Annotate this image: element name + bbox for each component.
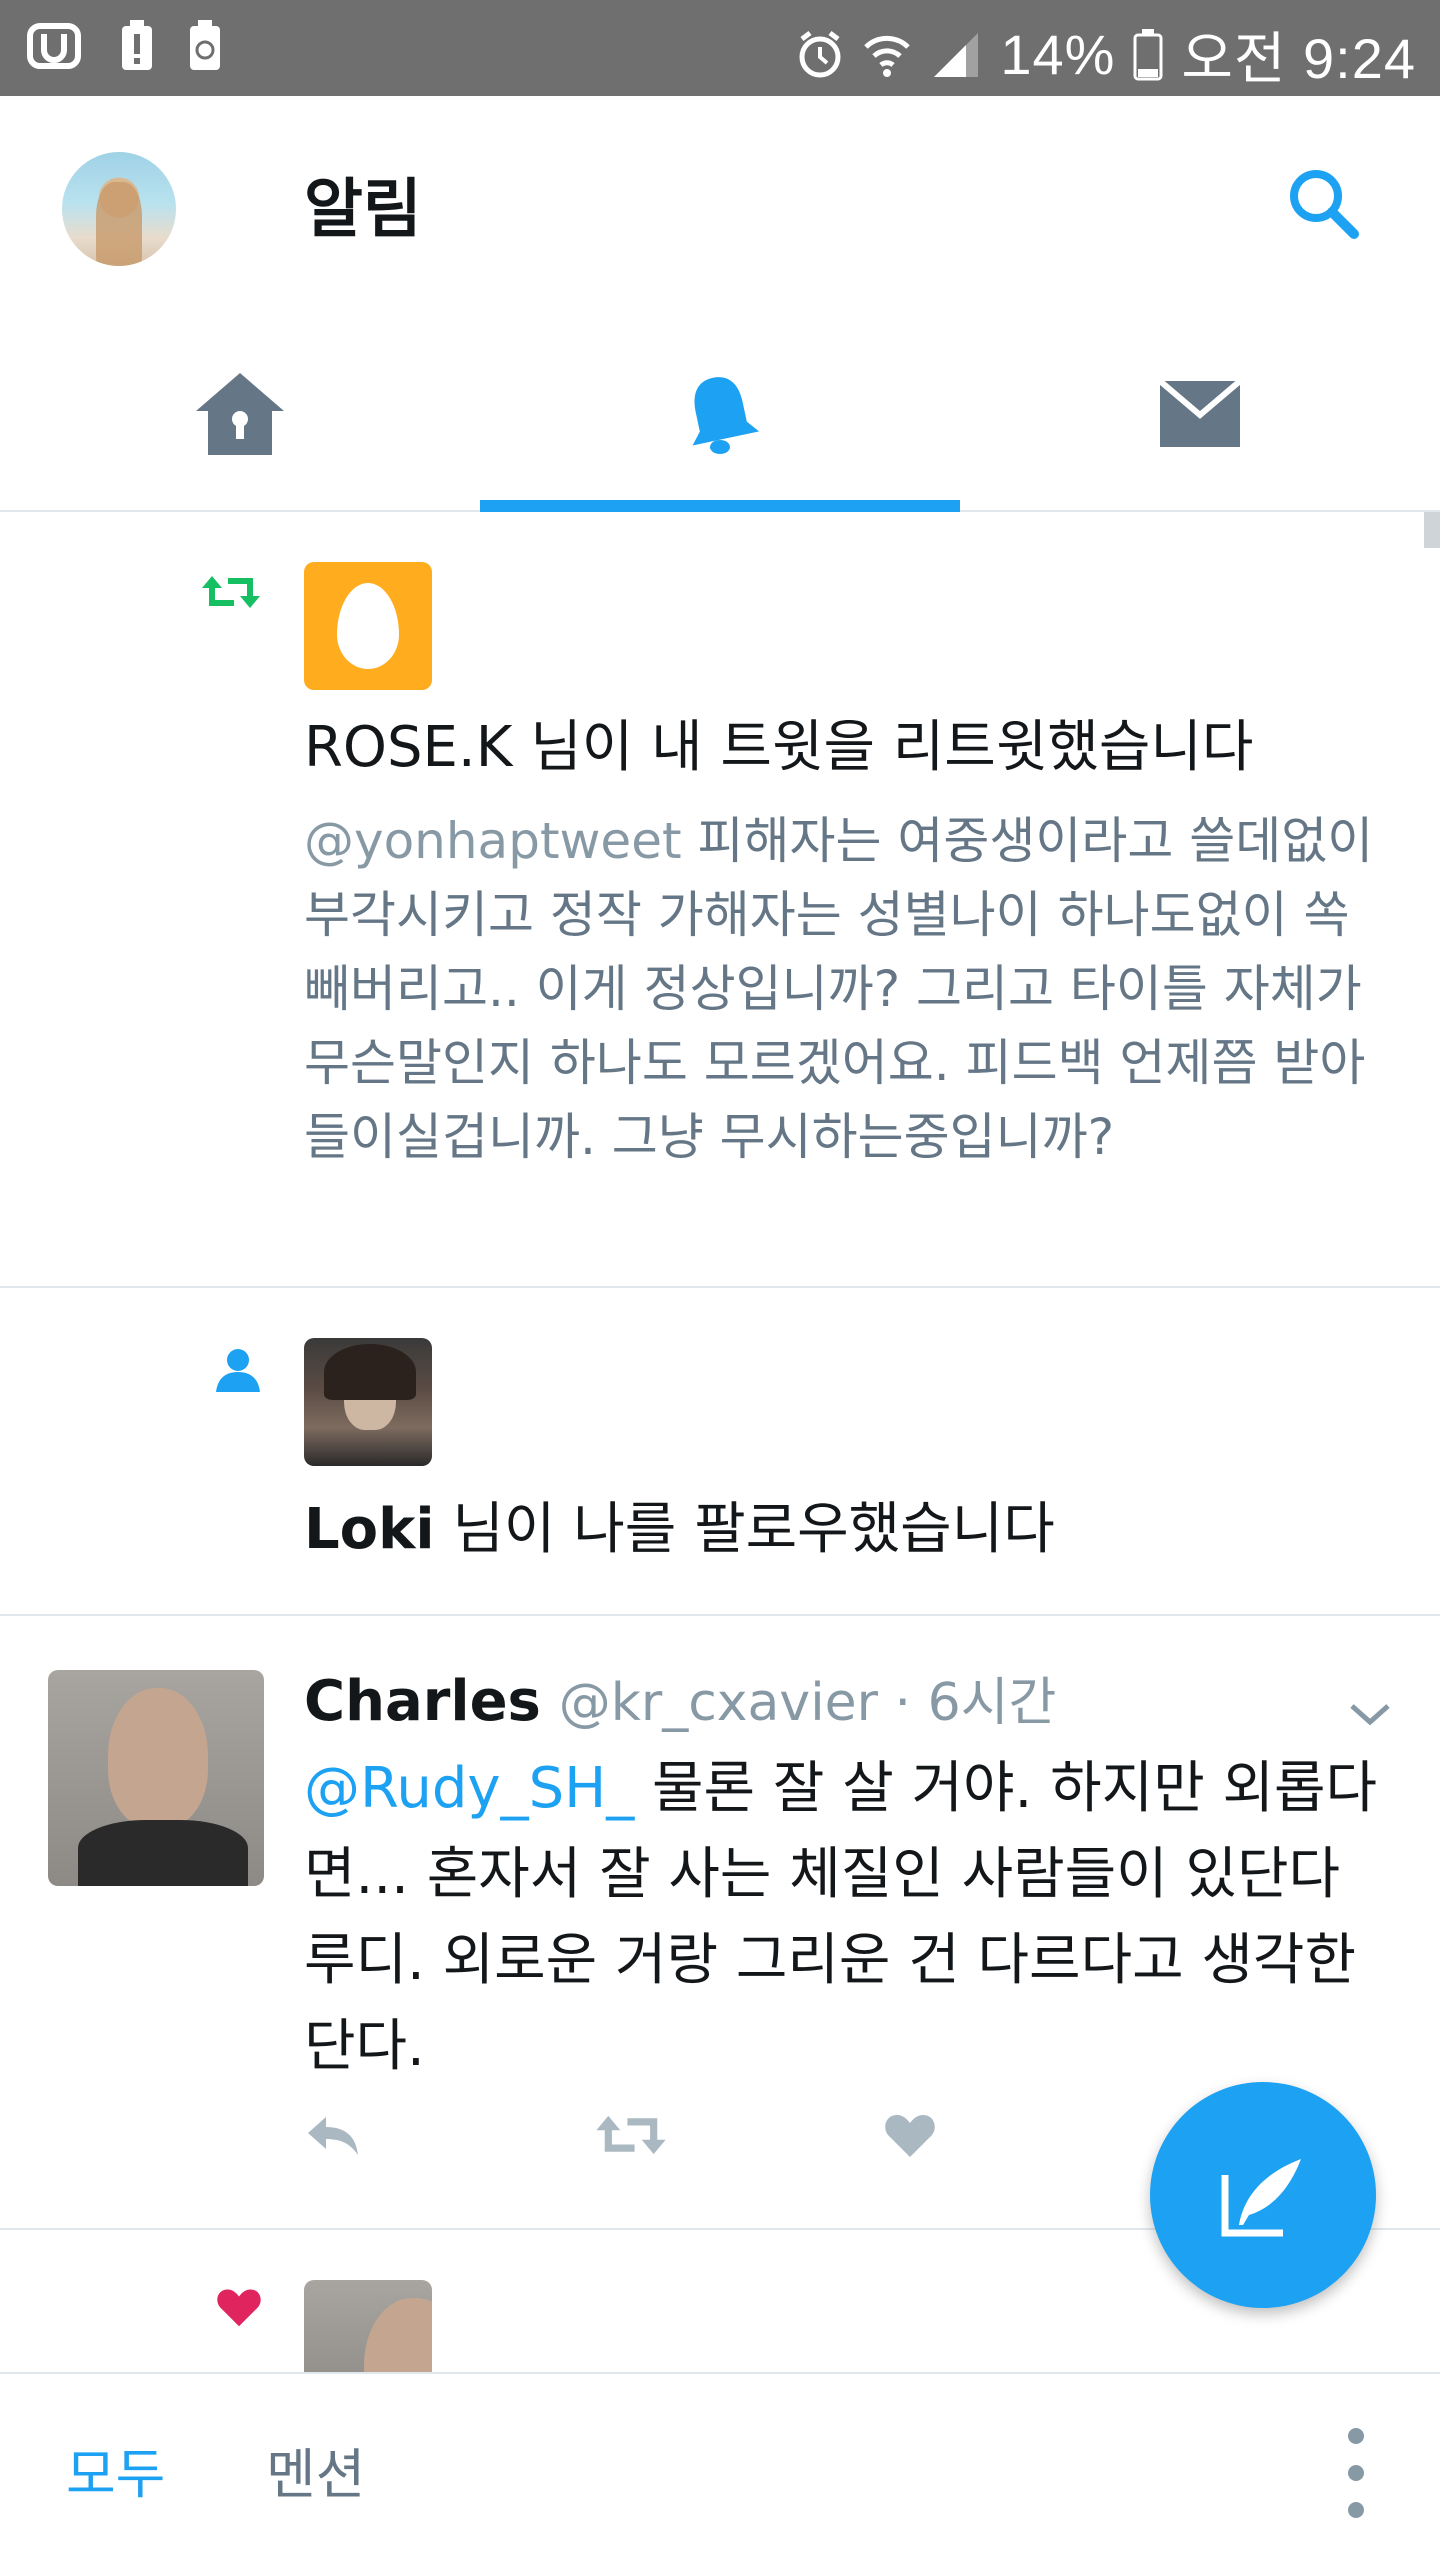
notification-follow[interactable]: Loki 님이 나를 팔로우했습니다	[0, 1288, 1440, 1616]
retweeter-name[interactable]: ROSE.K	[304, 715, 512, 780]
reply-button[interactable]	[304, 2100, 594, 2170]
heart-icon	[217, 2289, 261, 2327]
notification-retweet[interactable]: ROSE.K 님이 내 트윗을 리트윗했습니다 @yonhaptweet 피해자…	[0, 512, 1440, 1288]
follow-person-icon	[216, 1349, 260, 1392]
notification-filter-bar: 모두 멘션	[0, 2372, 1440, 2560]
notification-title: ROSE.K 님이 내 트윗을 리트윗했습니다	[304, 712, 1253, 784]
clock: 오전 9:24	[1181, 27, 1416, 90]
main-tabs	[0, 316, 1440, 512]
alarm-icon	[799, 30, 841, 77]
retweet-icon	[596, 2115, 666, 2155]
retweet-button[interactable]	[594, 2100, 884, 2170]
tweet-header: Charles @kr_cxavier · 6시간	[304, 1664, 1056, 1741]
app-notification-icon	[27, 23, 81, 69]
filter-all-button[interactable]: 모두	[66, 2430, 165, 2509]
user-avatar[interactable]	[304, 2280, 432, 2372]
search-icon[interactable]	[1284, 164, 1364, 244]
reply-icon	[308, 2117, 358, 2155]
quill-icon	[1221, 2159, 1301, 2237]
wifi-icon	[864, 35, 911, 77]
compose-tweet-button[interactable]	[1150, 2082, 1376, 2308]
status-bar: 14% 오전 9:24	[0, 0, 1440, 96]
tweet-timestamp: · 6시간	[878, 1673, 1057, 1733]
follower-name[interactable]: Loki	[304, 1497, 435, 1562]
tweet-author-handle[interactable]: @kr_cxavier	[559, 1673, 878, 1733]
tab-home[interactable]	[0, 316, 480, 512]
retweeted-tweet-text[interactable]: @yonhaptweet 피해자는 여중생이라고 쓸데없이 부각시키고 정작 가…	[304, 804, 1384, 1174]
active-tab-indicator	[480, 500, 960, 512]
filter-mentions-button[interactable]: 멘션	[266, 2430, 365, 2509]
tab-messages[interactable]	[960, 316, 1440, 512]
tweet-author-name[interactable]: Charles	[304, 1669, 541, 1734]
tweet-mention[interactable]: @yonhaptweet	[304, 812, 682, 870]
app-header: 알림	[0, 96, 1440, 316]
notification-title: Loki 님이 나를 팔로우했습니다	[304, 1494, 1055, 1566]
notification-action: 님이 나를 팔로우했습니다	[434, 1497, 1055, 1562]
bell-icon	[692, 377, 760, 454]
tweet-mention-link[interactable]: @Rudy_SH_	[304, 1756, 634, 1821]
envelope-icon	[1158, 379, 1242, 447]
user-avatar[interactable]	[304, 1338, 432, 1466]
alert-battery-icon	[122, 20, 152, 70]
home-icon	[196, 373, 284, 455]
page-title: 알림	[304, 173, 422, 247]
user-avatar[interactable]	[48, 1670, 264, 1886]
tweet-text: @Rudy_SH_ 물론 잘 살 거야. 하지만 외롭다면... 혼자서 잘 사…	[304, 1746, 1384, 2090]
profile-avatar[interactable]	[62, 152, 176, 266]
more-options-icon[interactable]	[1336, 2428, 1376, 2518]
like-button[interactable]	[884, 2100, 1174, 2170]
heart-icon	[885, 2115, 935, 2157]
user-avatar-egg[interactable]	[304, 562, 432, 690]
retweet-icon	[202, 576, 260, 608]
tweet-actions	[304, 2100, 1174, 2170]
notification-action: 님이 내 트윗을 리트윗했습니다	[512, 715, 1254, 780]
battery-icon	[1133, 28, 1163, 80]
signal-icon	[934, 32, 979, 77]
chevron-down-icon[interactable]	[1346, 1694, 1394, 1734]
battery-percent: 14%	[1000, 23, 1116, 86]
tab-notifications[interactable]	[480, 316, 960, 512]
recycle-battery-icon	[190, 20, 220, 70]
